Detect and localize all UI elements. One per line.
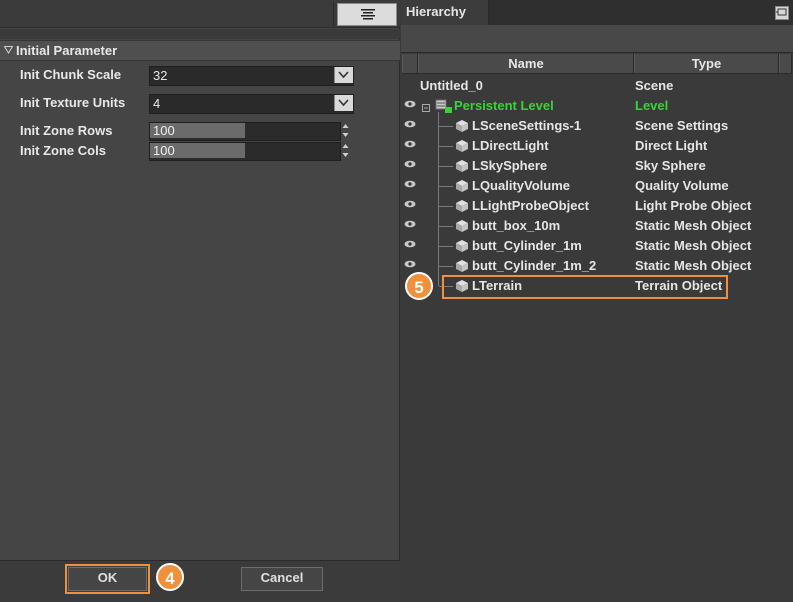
row-name: butt_box_10m [472, 218, 561, 233]
tree-row-item[interactable]: LSkySphere Sky Sphere [401, 156, 793, 176]
cube-icon [456, 260, 468, 272]
panel-spacer [0, 29, 400, 39]
dropdown-arrow[interactable] [334, 95, 353, 111]
dropdown-arrow[interactable] [334, 67, 353, 83]
eye-icon[interactable] [404, 220, 416, 228]
collapse-triangle-icon[interactable] [4, 46, 13, 54]
row-type: Static Mesh Object [635, 218, 752, 233]
name-column-header[interactable]: Name [418, 54, 634, 73]
input-value: 100 [153, 143, 175, 158]
row-name: LSceneSettings-1 [472, 118, 582, 133]
tree-row-item[interactable]: LDirectLight Direct Light [401, 136, 793, 156]
cancel-button[interactable]: Cancel [241, 567, 323, 591]
chevron-down-icon [338, 71, 349, 79]
row-name: LQualityVolume [472, 178, 570, 193]
visibility-column-header[interactable] [402, 54, 418, 73]
eye-icon[interactable] [404, 200, 416, 208]
header-filler [779, 54, 792, 73]
ok-button[interactable]: OK [65, 564, 150, 594]
eye-icon[interactable] [404, 260, 416, 268]
eye-icon[interactable] [404, 100, 416, 108]
tree-row-level[interactable]: Persistent Level Level [401, 96, 793, 116]
cube-icon [456, 220, 468, 232]
section-title: Initial Parameter [16, 43, 118, 58]
toolbar-divider [333, 2, 334, 26]
tree-row-item[interactable]: butt_Cylinder_1m Static Mesh Object [401, 236, 793, 256]
cube-icon [456, 180, 468, 192]
eye-icon[interactable] [404, 180, 416, 188]
tree-connector [439, 266, 453, 267]
row-type: Light Probe Object [635, 198, 752, 213]
row-name: Untitled_0 [420, 78, 483, 93]
init-chunk-scale-dropdown[interactable]: 32 [149, 66, 354, 86]
tree-row-item[interactable]: LLightProbeObject Light Probe Object [401, 196, 793, 216]
init-zone-rows-input[interactable]: 100 [149, 122, 341, 141]
tree-row-root[interactable]: Untitled_0 Scene [401, 76, 793, 96]
tree-connector [439, 206, 453, 207]
hierarchy-toolbar [401, 25, 793, 53]
init-texture-units-label: Init Texture Units [20, 95, 126, 110]
row-type: Sky Sphere [635, 158, 706, 173]
tree-connector [439, 246, 453, 247]
spin-arrows-icon[interactable] [341, 142, 350, 159]
cube-icon [456, 200, 468, 212]
dialog-button-bar [0, 560, 400, 602]
init-zone-cols-input[interactable]: 100 [149, 142, 341, 161]
init-zone-rows-label: Init Zone Rows [20, 123, 113, 138]
tree-row-item[interactable]: LQualityVolume Quality Volume [401, 176, 793, 196]
level-type: Level [635, 98, 669, 113]
tree-row-item[interactable]: LSceneSettings-1 Scene Settings [401, 116, 793, 136]
row-type: Direct Light [635, 138, 708, 153]
terrain-settings-panel [0, 0, 400, 602]
level-layers-icon [422, 99, 452, 113]
level-name: Persistent Level [454, 98, 554, 113]
row-type: Static Mesh Object [635, 238, 752, 253]
type-column-header[interactable]: Type [634, 54, 779, 73]
init-zone-cols-label: Init Zone Cols [20, 143, 106, 158]
input-value: 100 [153, 123, 175, 138]
tree-connector [439, 226, 453, 227]
eye-icon[interactable] [404, 140, 416, 148]
tree-connector [439, 146, 453, 147]
cube-icon [456, 160, 468, 172]
cube-icon [456, 240, 468, 252]
cube-icon [456, 120, 468, 132]
initial-parameter-header[interactable]: Initial Parameter [0, 40, 400, 61]
tree-connector [439, 166, 453, 167]
tree-header: Name Type [402, 54, 792, 74]
eye-icon[interactable] [404, 160, 416, 168]
row-name: LDirectLight [472, 138, 549, 153]
tab-label: Hierarchy [406, 4, 466, 19]
row-type: Static Mesh Object [635, 258, 752, 273]
tree-row-item[interactable]: butt_box_10m Static Mesh Object [401, 216, 793, 236]
row-name: butt_Cylinder_1m_2 [472, 258, 597, 273]
tree-connector [439, 186, 453, 187]
spin-arrows-icon[interactable] [341, 122, 350, 139]
row-name: LSkySphere [472, 158, 548, 173]
row-type: Scene Settings [635, 118, 729, 133]
eye-icon[interactable] [404, 120, 416, 128]
pin-icon[interactable] [775, 6, 789, 20]
row-name: LLightProbeObject [472, 198, 589, 213]
eye-icon[interactable] [404, 240, 416, 248]
row-type: Quality Volume [635, 178, 729, 193]
chevron-down-icon [338, 99, 349, 107]
init-texture-units-dropdown[interactable]: 4 [149, 94, 354, 114]
menu-lines-icon [361, 9, 375, 20]
row-type: Scene [635, 78, 674, 93]
tree-row-item[interactable]: butt_Cylinder_1m_2 Static Mesh Object [401, 256, 793, 276]
init-chunk-scale-label: Init Chunk Scale [20, 67, 122, 82]
menu-button[interactable] [337, 3, 397, 26]
dropdown-value: 4 [153, 96, 161, 111]
step-badge-4: 4 [156, 563, 184, 591]
tab-hierarchy[interactable]: Hierarchy [401, 0, 489, 25]
step-badge-5: 5 [405, 272, 433, 300]
row-name: butt_Cylinder_1m [472, 238, 582, 253]
cube-icon [456, 140, 468, 152]
dropdown-value: 32 [153, 68, 168, 83]
tree-connector [439, 126, 453, 127]
highlight-frame [442, 275, 728, 299]
